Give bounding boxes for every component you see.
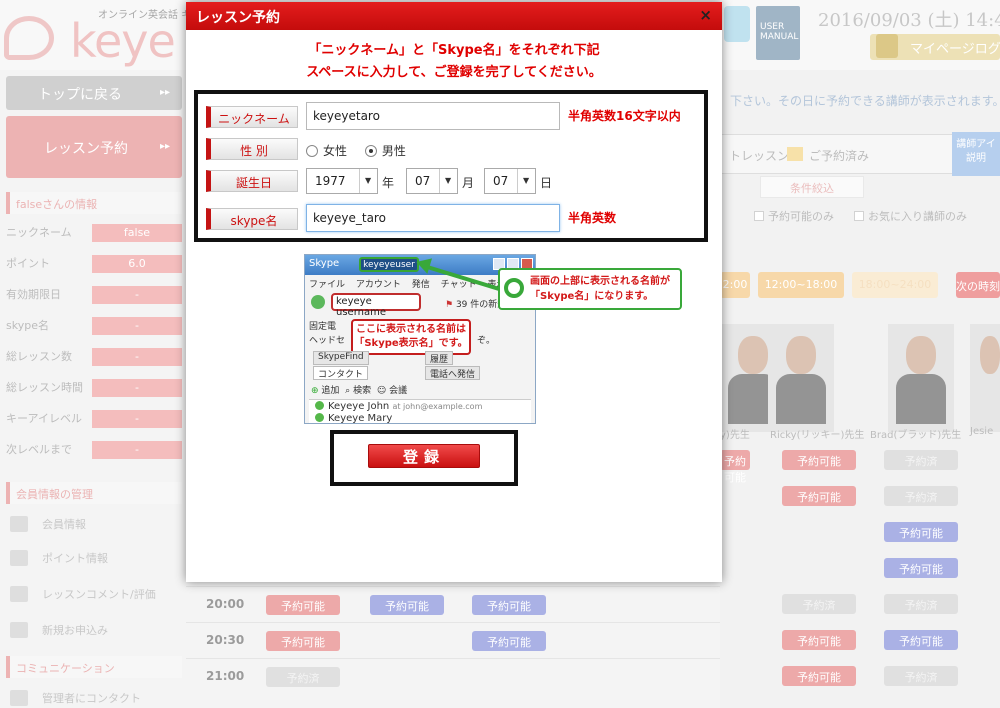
circle-icon	[504, 278, 524, 298]
year-unit: 年	[382, 176, 395, 190]
skype-line-landline: 固定電	[309, 322, 337, 332]
search-icon: ⌕	[345, 386, 351, 396]
online-status-icon	[315, 401, 324, 410]
birthday-label: 誕生日	[206, 170, 298, 192]
nickname-label: ニックネーム	[206, 106, 298, 128]
gender-female-radio[interactable]: 女性	[306, 144, 347, 158]
skype-tabs: SkypeFind 履歴 コンタクト 電話へ発信	[309, 351, 533, 381]
close-icon[interactable]: ×	[699, 6, 712, 24]
skype-note: 半角英数	[568, 211, 617, 225]
online-status-icon	[311, 295, 325, 309]
radio-icon	[306, 145, 318, 157]
month-unit: 月	[462, 176, 475, 190]
skype-name-input[interactable]	[306, 204, 560, 232]
online-status-icon	[315, 413, 324, 422]
skype-display-name: keyeyeuser	[359, 257, 419, 272]
skype-line-tail: ぞ。	[477, 336, 496, 346]
skype-username: keyeye username	[331, 293, 421, 318]
gender-label: 性 別	[206, 138, 298, 160]
flag-icon: ⚑	[445, 300, 454, 310]
dialog-header: レッスン予約 ×	[186, 2, 722, 30]
display-name-tip: ここに表示される名前は 「Skype表示名」です。	[351, 319, 471, 355]
skype-name-callout: 画面の上部に表示される名前が 「Skype名」になります。	[498, 268, 682, 310]
dialog-title: レッスン予約	[196, 10, 280, 26]
add-icon: ⊕	[311, 386, 319, 396]
dropdown-arrow-icon: ▼	[359, 169, 377, 193]
birth-month-select[interactable]: 07 ▼	[406, 168, 458, 194]
list-item: Keyeye John at john@example.com	[315, 401, 482, 412]
register-button[interactable]: 登録	[368, 444, 480, 468]
birth-year-select[interactable]: 1977 ▼	[306, 168, 378, 194]
gender-options: 女性 男性	[306, 142, 406, 159]
birth-day-select[interactable]: 07 ▼	[484, 168, 536, 194]
nickname-input[interactable]	[306, 102, 560, 130]
skype-label: skype名	[206, 208, 298, 230]
submit-area: 登録	[330, 430, 518, 486]
skype-line-headset: ヘッドセ	[309, 336, 346, 346]
dropdown-arrow-icon: ▼	[439, 169, 457, 193]
dropdown-arrow-icon: ▼	[517, 169, 535, 193]
nickname-note: 半角英数16文字以内	[568, 109, 681, 123]
lesson-booking-dialog: レッスン予約 × 「ニックネーム」と「Skype名」をそれぞれ下記 スペースに入…	[186, 2, 722, 582]
instruction-text: 「ニックネーム」と「Skype名」をそれぞれ下記 スペースに入力して、ご登録を完…	[306, 43, 602, 80]
skype-contact-list: Keyeye John at john@example.com Keyeye M…	[309, 399, 531, 423]
list-item: Keyeye Mary	[315, 413, 392, 423]
gender-male-radio[interactable]: 男性	[364, 144, 406, 158]
day-unit: 日	[540, 176, 553, 190]
conference-icon: ☺	[376, 386, 387, 396]
skype-actions: ⊕ 追加 ⌕ 検索 ☺ 会議	[311, 386, 408, 396]
registration-form: ニックネーム 半角英数16文字以内 性 別 女性 男性 誕生日 1977▼ 年 …	[194, 90, 708, 242]
radio-selected-icon	[364, 145, 377, 157]
